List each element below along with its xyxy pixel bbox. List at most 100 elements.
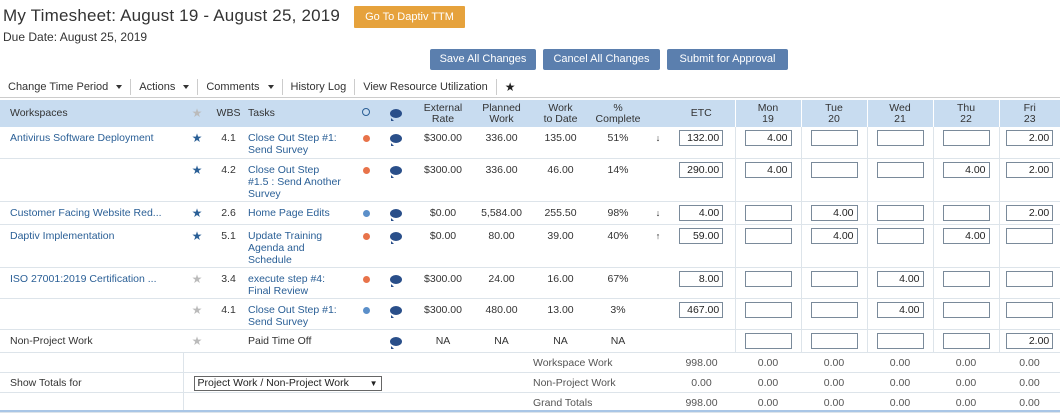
comments-menu[interactable]: Comments (198, 78, 283, 95)
star-icon[interactable]: ★ (192, 163, 203, 177)
hours-input[interactable] (810, 161, 858, 178)
actions-menu[interactable]: Actions (131, 78, 199, 95)
hours-input[interactable] (942, 301, 990, 318)
comment-icon[interactable] (390, 305, 402, 318)
status-dot-icon (362, 232, 370, 240)
hours-input[interactable]: 4.00 (744, 130, 792, 146)
comment-icon[interactable] (390, 134, 402, 146)
hours-input[interactable] (942, 270, 990, 287)
view-resource-utilization-link[interactable]: View Resource Utilization (355, 78, 497, 95)
hours-input[interactable] (942, 130, 990, 146)
col-tasks[interactable]: Tasks (246, 100, 356, 127)
task-link[interactable]: Close Out Step #1.5 : Send Another Surve… (246, 158, 356, 202)
etc-input[interactable]: 132.00 (679, 130, 724, 146)
totals-select[interactable]: Project Work / Non-Project Work ▼ (193, 375, 382, 391)
hours-input[interactable] (1006, 270, 1054, 287)
hours-input[interactable] (1006, 301, 1054, 318)
col-workspaces[interactable]: Workspaces (0, 100, 183, 127)
col-etc[interactable]: ETC (668, 100, 735, 127)
comment-icon[interactable] (390, 274, 402, 287)
hours-input[interactable]: 4.00 (744, 161, 792, 178)
col-day: Wed 21 (866, 100, 933, 127)
hours-input[interactable] (810, 332, 858, 349)
task-link[interactable]: Close Out Step #1: Send Survey (246, 298, 356, 330)
hours-input[interactable]: 4.00 (810, 227, 858, 244)
hours-input[interactable] (876, 130, 924, 146)
star-icon[interactable]: ★ (192, 334, 203, 348)
hours-input[interactable] (744, 270, 792, 287)
day-date: 19 (762, 112, 774, 125)
hours-input[interactable] (876, 227, 924, 244)
total-day: 0.00 (867, 352, 933, 373)
etc-input[interactable]: 8.00 (679, 270, 724, 287)
workspace-link[interactable]: Antivirus Software Deployment (0, 127, 183, 159)
comment-icon[interactable] (390, 165, 402, 178)
task-link[interactable]: execute step #4: Final Review (246, 267, 356, 299)
task-link[interactable]: Update Training Agenda and Schedule (246, 224, 356, 268)
hours-input[interactable] (810, 130, 858, 146)
workspace-link[interactable] (0, 298, 183, 330)
etc-input[interactable]: 467.00 (679, 301, 724, 318)
hours-input[interactable]: 4.00 (876, 301, 924, 318)
comment-icon[interactable] (390, 336, 402, 349)
day-date: 23 (1023, 112, 1036, 125)
cancel-all-changes-button[interactable]: Cancel All Changes (543, 49, 660, 70)
percent-complete-cell: 40% (588, 224, 648, 268)
na-cell: NA (533, 329, 588, 353)
non-project-work-total-label: Non-Project Work (533, 372, 668, 393)
workspace-link[interactable] (0, 158, 183, 202)
star-icon: ★ (191, 105, 203, 120)
task-link[interactable]: Close Out Step #1: Send Survey (246, 127, 356, 159)
hours-input[interactable]: 2.00 (1006, 130, 1054, 146)
go-to-daptiv-button[interactable]: Go To Daptiv TTM (354, 6, 465, 28)
hours-input[interactable] (876, 161, 924, 178)
hours-input[interactable] (744, 301, 792, 318)
hours-input[interactable]: 2.00 (1006, 332, 1054, 349)
hours-input[interactable] (1006, 227, 1054, 244)
hours-input[interactable] (876, 204, 924, 221)
hours-input[interactable] (876, 332, 924, 349)
col-percent-complete[interactable]: % Complete (588, 100, 648, 127)
etc-input[interactable]: 290.00 (679, 161, 724, 178)
submit-for-approval-button[interactable]: Submit for Approval (667, 49, 788, 70)
col-external-rate[interactable]: External Rate (416, 100, 470, 127)
save-all-changes-button[interactable]: Save All Changes (430, 49, 536, 70)
percent-complete-cell: 98% (588, 201, 648, 225)
task-link[interactable]: Home Page Edits (246, 201, 356, 225)
favorites-star-button[interactable]: ★ (497, 79, 524, 95)
hours-input[interactable]: 4.00 (942, 161, 990, 178)
col-planned-work[interactable]: Planned Work (470, 100, 533, 127)
change-time-period-menu[interactable]: Change Time Period (0, 78, 132, 95)
etc-input[interactable]: 59.00 (679, 227, 724, 244)
workspace-link[interactable]: Daptiv Implementation (0, 224, 183, 268)
hours-input[interactable]: 2.00 (1006, 161, 1054, 178)
star-icon[interactable]: ★ (192, 303, 203, 317)
hours-input[interactable]: 2.00 (1006, 204, 1054, 221)
hours-input[interactable] (744, 227, 792, 244)
hours-input[interactable]: 4.00 (810, 204, 858, 221)
workspace-link[interactable]: Customer Facing Website Red... (0, 201, 183, 225)
dropdown-arrow-icon: ▼ (369, 378, 378, 388)
col-wbs[interactable]: WBS (211, 100, 246, 127)
history-log-link[interactable]: History Log (283, 78, 356, 95)
col-favorite[interactable]: ★ (183, 100, 211, 127)
etc-input[interactable]: 4.00 (679, 204, 724, 221)
hours-input[interactable]: 4.00 (942, 227, 990, 244)
hours-input[interactable] (810, 301, 858, 318)
hours-input[interactable] (744, 332, 792, 349)
hours-input[interactable] (942, 332, 990, 349)
timesheet-grid: Workspaces ★ WBS Tasks External Rate Plan… (0, 100, 1060, 413)
hours-input[interactable]: 4.00 (876, 270, 924, 287)
comment-icon[interactable] (390, 208, 402, 221)
hours-input[interactable] (942, 204, 990, 221)
hours-input[interactable] (744, 204, 792, 221)
star-icon[interactable]: ★ (192, 131, 203, 145)
star-icon[interactable]: ★ (192, 229, 203, 243)
star-icon[interactable]: ★ (192, 206, 203, 220)
star-icon[interactable]: ★ (192, 272, 203, 286)
comment-icon[interactable] (390, 231, 402, 244)
col-work-to-date[interactable]: Work to Date (533, 100, 588, 127)
hours-input[interactable] (810, 270, 858, 287)
col-pct-line2: Complete (595, 112, 641, 125)
workspace-link[interactable]: ISO 27001:2019 Certification ... (0, 267, 183, 299)
